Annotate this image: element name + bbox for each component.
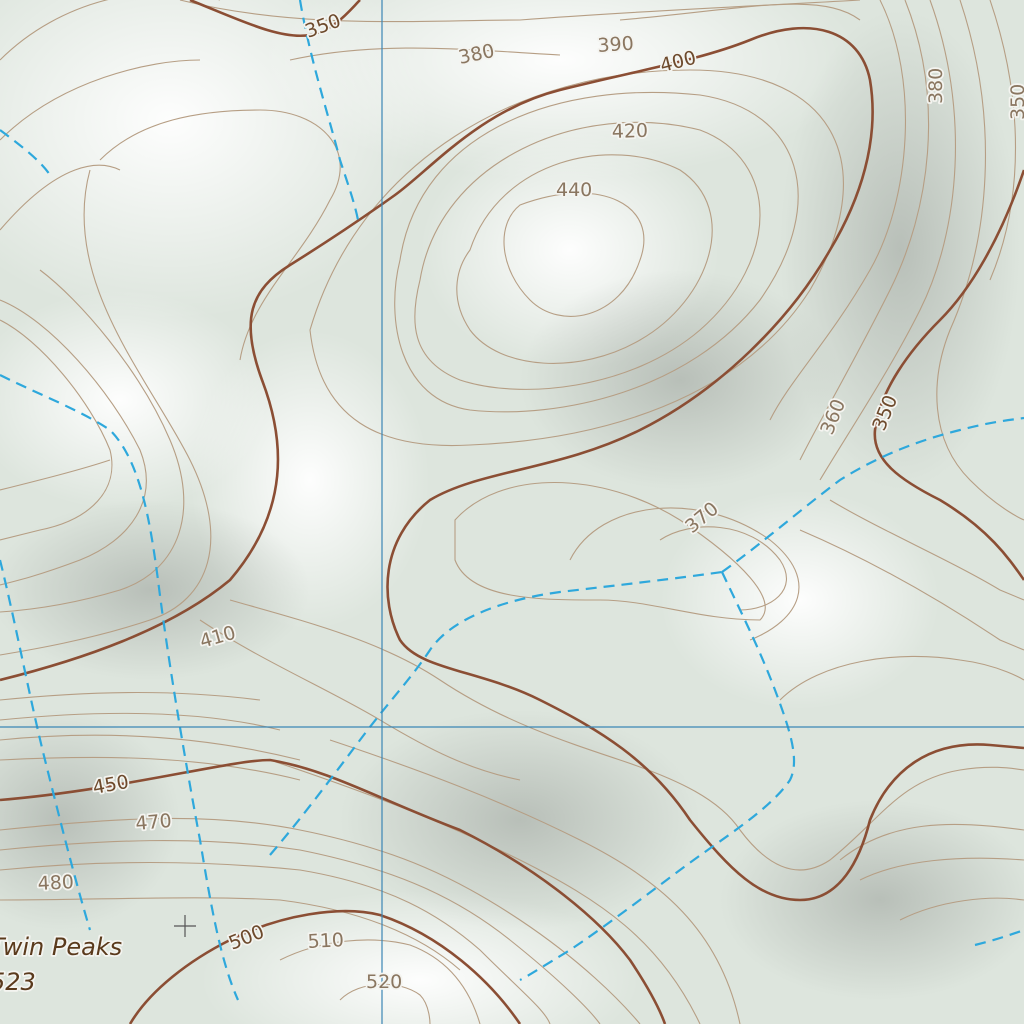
contour-label: 510 [307, 929, 344, 953]
contour-label: 520 [366, 971, 402, 993]
contour-label: 350 [1007, 84, 1024, 120]
contour-label: 380 [925, 68, 947, 104]
hillshade [0, 0, 1024, 1024]
peak-name: Twin Peaks [0, 933, 122, 961]
topo-map[interactable]: 350 380 390 400 420 440 380 350 360 350 … [0, 0, 1024, 1024]
contour-label: 420 [611, 120, 648, 143]
contour-label: 440 [556, 179, 592, 201]
contour-label: 390 [597, 33, 635, 57]
peak-elevation: 523 [0, 968, 36, 996]
contour-label: 470 [135, 810, 173, 835]
contour-label: 480 [37, 871, 74, 895]
